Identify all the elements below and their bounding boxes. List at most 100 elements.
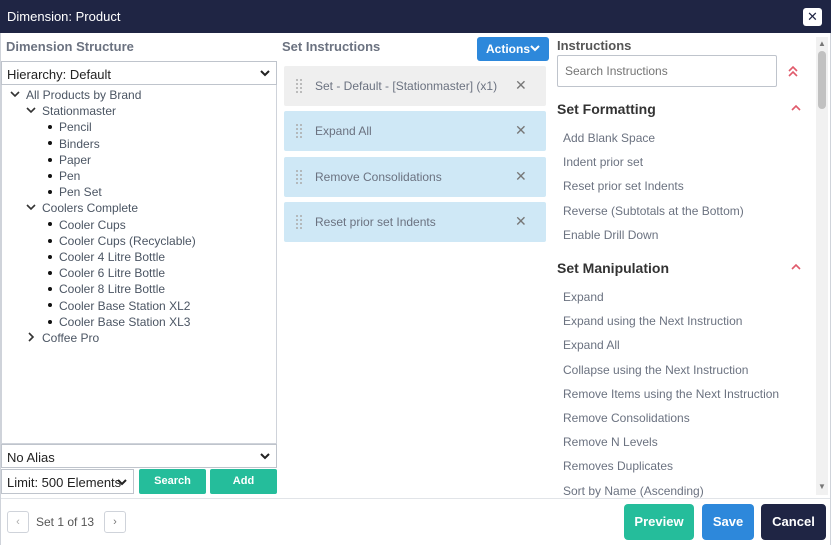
instruction-option[interactable]: Remove N Levels — [563, 435, 658, 449]
bullet-icon — [48, 254, 52, 259]
instruction-option[interactable]: Reset prior set Indents — [563, 179, 684, 193]
instruction-label: Set - Default - [Stationmaster] (x1) — [315, 79, 498, 93]
chevron-down-icon[interactable] — [26, 201, 38, 215]
close-icon[interactable]: ✕ — [803, 8, 822, 26]
instruction-label: Reset prior set Indents — [315, 214, 436, 229]
tree-node[interactable]: Stationmaster — [26, 104, 116, 118]
instruction-option[interactable]: Reverse (Subtotals at the Bottom) — [563, 204, 744, 218]
chevron-down-icon[interactable] — [26, 104, 38, 118]
save-button[interactable]: Save — [702, 504, 754, 540]
chevron-down-icon — [260, 453, 270, 460]
instruction-option[interactable]: Expand All — [563, 338, 620, 352]
tree-node[interactable]: Pencil — [48, 120, 92, 134]
remove-icon[interactable]: ✕ — [515, 213, 527, 230]
chevron-down-icon — [260, 70, 270, 77]
tree-node[interactable]: Pen Set — [48, 185, 102, 199]
remove-icon[interactable]: ✕ — [515, 77, 527, 94]
instruction-card[interactable]: Reset prior set Indents ✕ — [284, 201, 546, 242]
drag-handle-icon[interactable] — [296, 214, 302, 230]
tree-node[interactable]: Coolers Complete — [26, 201, 138, 215]
collapse-all-icon[interactable] — [787, 64, 799, 78]
dialog-footer: ‹ Set 1 of 13 › Preview Save Cancel — [1, 498, 830, 545]
window-title: Dimension: Product — [7, 9, 121, 24]
scroll-up-icon[interactable]: ▲ — [818, 39, 826, 48]
instruction-group-title[interactable]: Set Formatting — [557, 101, 656, 117]
instruction-label: Expand All — [315, 124, 372, 139]
remove-icon[interactable]: ✕ — [515, 168, 527, 185]
page-indicator: Set 1 of 13 — [36, 515, 95, 529]
instruction-card[interactable]: Set - Default - [Stationmaster] (x1) ✕ — [284, 66, 546, 106]
search-instructions-input[interactable] — [557, 55, 777, 87]
tree-node[interactable]: Cooler 6 Litre Bottle — [48, 266, 165, 280]
bullet-icon — [48, 303, 52, 308]
chevron-down-icon[interactable] — [10, 88, 22, 102]
tree-node[interactable]: Cooler Base Station XL3 — [48, 315, 190, 329]
tree-node-label: Cooler Cups (Recyclable) — [59, 233, 196, 248]
tree-node[interactable]: Binders — [48, 137, 100, 151]
instruction-option[interactable]: Indent prior set — [563, 155, 643, 169]
alias-select-value: No Alias — [7, 450, 55, 465]
tree-node[interactable]: Cooler 8 Litre Bottle — [48, 282, 165, 296]
tree-node-label: Cooler Base Station XL2 — [59, 298, 191, 313]
remove-icon[interactable]: ✕ — [515, 122, 527, 139]
tree-node[interactable]: Coffee Pro — [26, 331, 99, 345]
chevron-right-icon[interactable] — [26, 331, 38, 345]
tree-node[interactable]: Cooler Base Station XL2 — [48, 299, 190, 313]
bullet-icon — [48, 190, 52, 195]
tree-node-label: Cooler 6 Litre Bottle — [59, 266, 166, 281]
instructions-scrollbar[interactable]: ▲ ▼ — [816, 37, 828, 495]
drag-handle-icon[interactable] — [296, 78, 302, 94]
tree-node-label: All Products by Brand — [26, 88, 142, 102]
bullet-icon — [48, 157, 52, 162]
hierarchy-select-value: Hierarchy: Default — [7, 67, 112, 82]
bullet-icon — [48, 287, 52, 292]
instruction-option[interactable]: Remove Items using the Next Instruction — [563, 387, 779, 401]
instruction-card[interactable]: Expand All ✕ — [284, 111, 546, 152]
instruction-card[interactable]: Remove Consolidations ✕ — [284, 156, 546, 197]
drag-handle-icon[interactable] — [296, 169, 302, 185]
alias-select[interactable]: No Alias — [1, 444, 277, 468]
search-button[interactable]: Search — [139, 469, 206, 494]
instruction-option[interactable]: Enable Drill Down — [563, 228, 658, 242]
scroll-thumb[interactable] — [818, 51, 826, 109]
chevron-up-icon[interactable] — [790, 261, 802, 275]
tree-node[interactable]: Pen — [48, 169, 80, 183]
bullet-icon — [48, 125, 52, 130]
instruction-option[interactable]: Sort by Name (Ascending) — [563, 484, 704, 498]
limit-select[interactable]: Limit: 500 Elements — [1, 469, 134, 494]
tree-node[interactable]: Cooler 4 Litre Bottle — [48, 250, 165, 264]
instruction-option[interactable]: Remove Consolidations — [563, 411, 690, 425]
instruction-option[interactable]: Expand using the Next Instruction — [563, 314, 742, 328]
tree-node-label: Cooler Base Station XL3 — [59, 314, 191, 329]
next-page-icon[interactable]: › — [104, 511, 126, 533]
cancel-button[interactable]: Cancel — [761, 504, 826, 540]
limit-select-value: Limit: 500 Elements — [7, 475, 122, 490]
tree-node-label: Coolers Complete — [42, 201, 139, 216]
instruction-group-title[interactable]: Set Manipulation — [557, 260, 669, 276]
prev-page-icon[interactable]: ‹ — [7, 511, 29, 533]
dimension-structure-heading: Dimension Structure — [6, 39, 134, 54]
instruction-option[interactable]: Add Blank Space — [563, 131, 655, 145]
chevron-down-icon — [530, 45, 540, 52]
instruction-option[interactable]: Expand — [563, 290, 604, 304]
scroll-down-icon[interactable]: ▼ — [818, 482, 826, 491]
tree-node[interactable]: Cooler Cups (Recyclable) — [48, 234, 196, 248]
actions-button[interactable]: Actions — [477, 37, 549, 61]
instructions-heading: Instructions — [557, 38, 632, 53]
tree-node[interactable]: Cooler Cups — [48, 218, 126, 232]
bullet-icon — [48, 271, 52, 276]
tree-node-label: Binders — [59, 136, 100, 151]
instruction-option[interactable]: Collapse using the Next Instruction — [563, 363, 748, 377]
add-button[interactable]: Add — [210, 469, 277, 494]
tree-node-label: Pen Set — [59, 185, 102, 200]
hierarchy-select[interactable]: Hierarchy: Default — [1, 61, 277, 85]
instruction-option[interactable]: Removes Duplicates — [563, 459, 673, 473]
preview-button[interactable]: Preview — [624, 504, 694, 540]
tree-node[interactable]: All Products by Brand — [10, 88, 141, 102]
tree-node-label: Pen — [59, 169, 81, 183]
tree-node[interactable]: Paper — [48, 153, 91, 167]
bullet-icon — [48, 238, 52, 243]
actions-button-label: Actions — [486, 42, 531, 56]
drag-handle-icon[interactable] — [296, 123, 302, 139]
chevron-up-icon[interactable] — [790, 102, 802, 116]
